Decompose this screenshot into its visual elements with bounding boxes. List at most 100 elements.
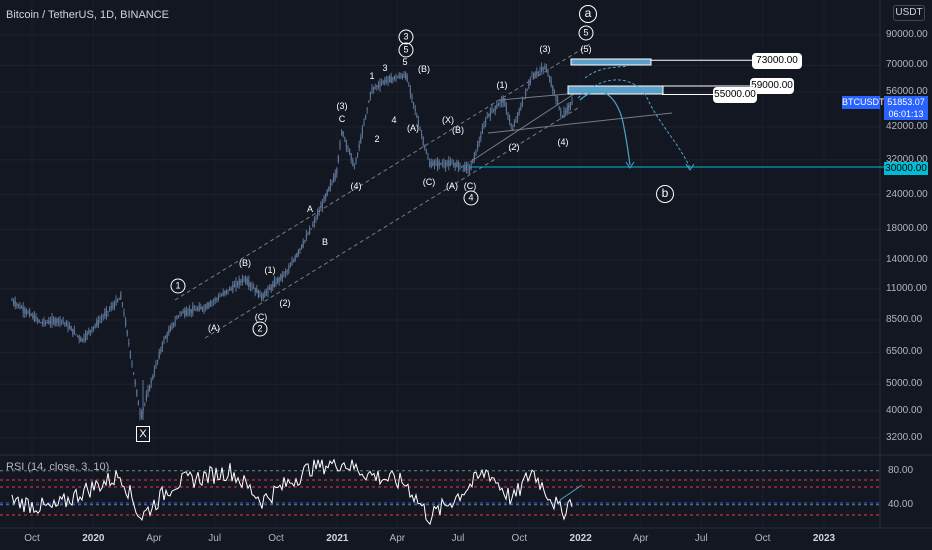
candle — [414, 108, 416, 111]
candle — [193, 309, 195, 311]
candle — [229, 287, 231, 291]
candle — [16, 303, 18, 305]
candle — [225, 289, 227, 294]
candle — [566, 106, 568, 114]
candle — [331, 182, 333, 184]
rsi-tick: 80.00 — [888, 464, 914, 476]
candle — [195, 308, 197, 312]
candle — [38, 319, 40, 323]
time-tick: 2021 — [326, 533, 349, 544]
candle — [323, 196, 325, 203]
candle — [97, 319, 99, 326]
candle — [525, 91, 527, 96]
candle — [246, 278, 248, 285]
candle — [448, 160, 450, 166]
candle — [272, 283, 274, 288]
candle — [222, 291, 224, 296]
candle — [494, 105, 496, 112]
candle — [105, 308, 107, 316]
candle — [43, 318, 45, 325]
candle — [30, 314, 32, 316]
wave-label: (C) — [422, 177, 436, 187]
candle — [361, 128, 363, 134]
price-tick: 14000.00 — [886, 253, 928, 265]
wave-label: A — [306, 204, 314, 214]
candle — [291, 261, 293, 266]
candle — [54, 318, 56, 325]
candle — [243, 278, 245, 280]
candle — [381, 82, 383, 84]
wave-label: (B) — [418, 64, 430, 74]
candle — [277, 278, 279, 283]
candle — [118, 298, 120, 300]
candle — [171, 323, 173, 329]
candle — [134, 381, 136, 385]
candle — [25, 309, 27, 315]
candle — [328, 187, 330, 192]
price-tick: 3200.00 — [886, 432, 923, 443]
candle — [35, 315, 37, 321]
candle — [216, 298, 218, 300]
candle — [101, 318, 103, 320]
candle — [219, 296, 221, 298]
wave-label: C — [338, 114, 346, 124]
candle — [11, 300, 13, 302]
target-label-55000[interactable]: 55000.00 — [713, 87, 757, 103]
currency-button[interactable]: USDT — [893, 5, 925, 21]
candle — [486, 116, 488, 118]
candle — [155, 363, 157, 368]
candle — [464, 164, 466, 171]
target-box-upper — [570, 58, 652, 66]
price-tick: 24000.00 — [886, 188, 928, 200]
candle — [373, 86, 375, 90]
time-tick: Jul — [451, 533, 465, 544]
candle — [435, 160, 437, 166]
candle — [539, 70, 541, 72]
candle — [536, 71, 538, 76]
candle — [533, 73, 535, 79]
candle — [325, 194, 327, 199]
candle — [192, 306, 194, 313]
price-tick: 42000.00 — [886, 121, 928, 133]
candle — [270, 285, 272, 291]
wave-label: (X) — [442, 115, 454, 125]
time-tick: Oct — [268, 533, 284, 544]
wave-label: (C) — [463, 181, 477, 191]
candle — [520, 106, 522, 109]
candle — [552, 85, 554, 92]
candle — [475, 149, 477, 156]
candle — [544, 67, 546, 69]
projection-path — [579, 90, 631, 166]
candle — [13, 300, 15, 304]
candle — [206, 303, 208, 310]
candle — [547, 70, 549, 75]
candle — [91, 326, 93, 333]
candle — [545, 66, 547, 70]
candle — [217, 296, 219, 300]
candle — [57, 318, 59, 322]
candle — [59, 317, 61, 325]
candle — [117, 299, 119, 302]
candle — [40, 322, 42, 324]
candle — [157, 360, 159, 362]
candle — [173, 322, 175, 327]
candle — [184, 309, 186, 317]
target-label-73000[interactable]: 73000.00 — [752, 53, 802, 69]
candle — [406, 75, 408, 82]
candle — [123, 312, 125, 316]
candle — [253, 287, 255, 289]
wave-circle-2: 2 — [252, 321, 268, 337]
candle — [437, 161, 439, 168]
candle — [48, 320, 50, 325]
candle — [438, 160, 440, 166]
candle — [534, 72, 536, 77]
candle — [46, 321, 48, 323]
candle — [93, 326, 95, 329]
candle — [397, 77, 399, 79]
candle — [461, 166, 463, 168]
candle — [269, 287, 271, 290]
candle — [401, 74, 403, 78]
candle — [453, 163, 455, 165]
trend-line — [469, 89, 581, 163]
candle — [211, 301, 213, 303]
